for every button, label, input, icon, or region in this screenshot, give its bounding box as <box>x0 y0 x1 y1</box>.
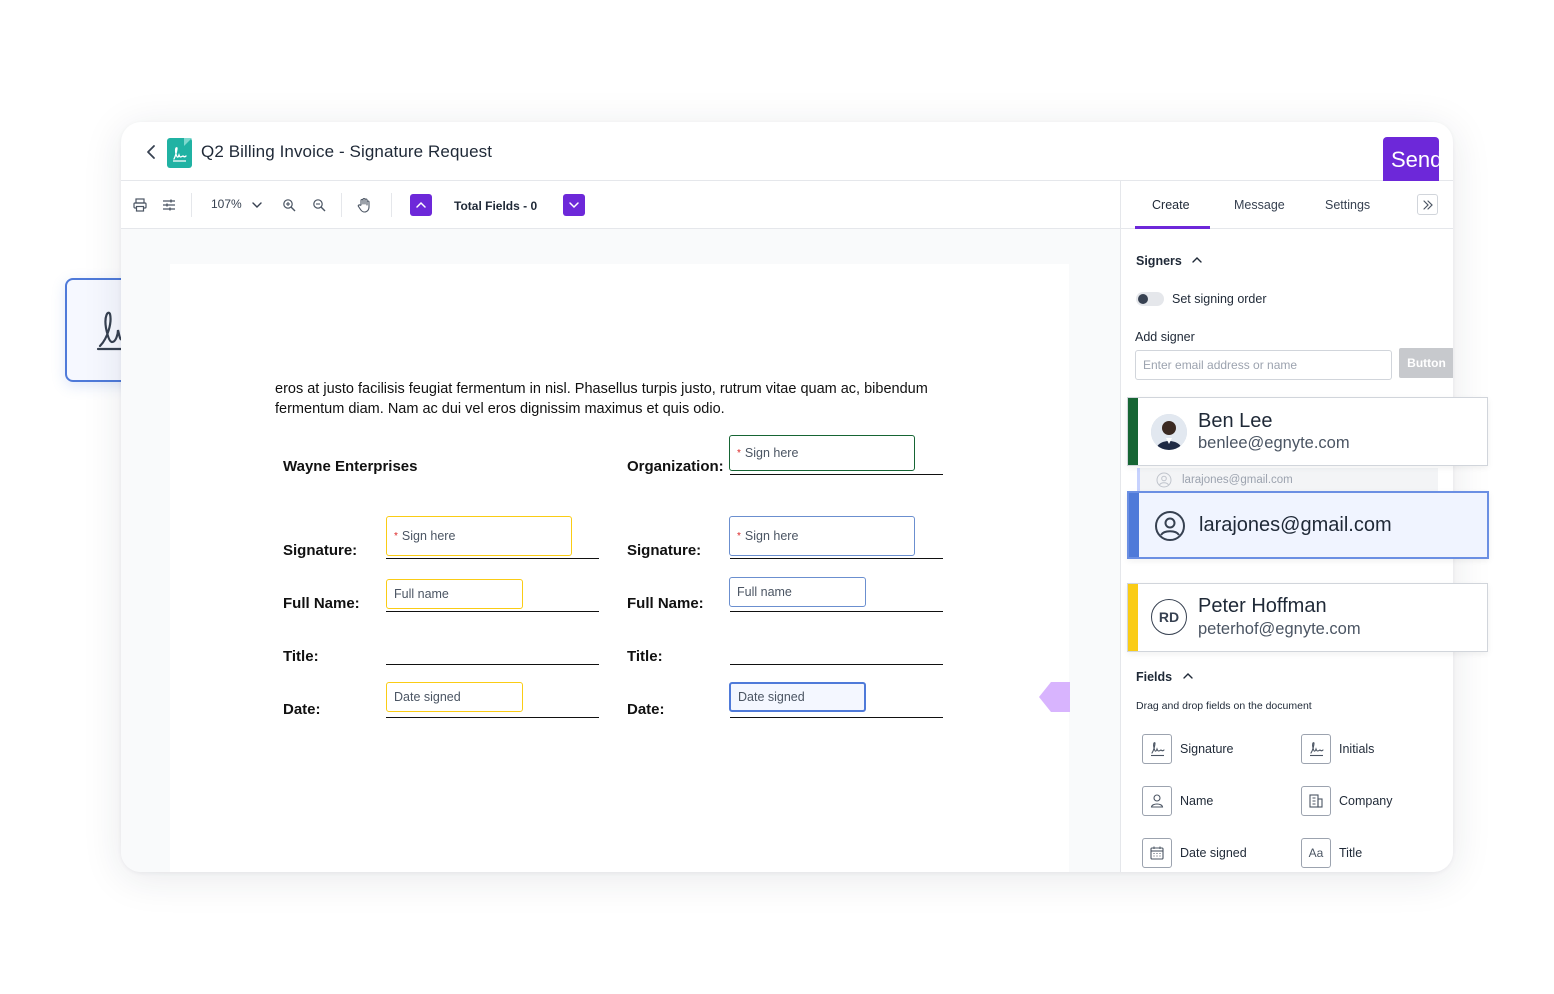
signer-email-input[interactable] <box>1135 350 1392 380</box>
organization-sign-field[interactable]: * Sign here <box>729 435 915 471</box>
user-circle-icon <box>1156 472 1172 488</box>
document-body-text: eros at justo facilisis feugiat fermentu… <box>275 381 928 417</box>
tab-create[interactable]: Create <box>1152 198 1190 212</box>
zoom-out-icon[interactable] <box>309 195 329 215</box>
field-type-name[interactable]: Name <box>1142 786 1213 816</box>
signer-name: larajones@gmail.com <box>1199 514 1392 536</box>
field-type-company[interactable]: Company <box>1301 786 1393 816</box>
full-name-label-left: Full Name: <box>283 595 360 612</box>
ghost-email: larajones@gmail.com <box>1182 474 1293 486</box>
document-page: eros at justo facilisis feugiat fermentu… <box>170 264 1069 872</box>
company-name: Wayne Enterprises <box>283 458 418 475</box>
chevron-left-icon <box>147 145 155 159</box>
document-viewer[interactable]: eros at justo facilisis feugiat fermentu… <box>121 229 1120 872</box>
signer-name: Ben Lee <box>1198 410 1273 432</box>
signing-order-toggle[interactable] <box>1136 292 1164 306</box>
drag-ghost-row: larajones@gmail.com <box>1137 468 1438 492</box>
calendar-icon <box>1150 846 1164 860</box>
document-icon <box>167 138 192 168</box>
signer-card-ben-lee[interactable]: Ben Lee benlee@egnyte.com <box>1127 397 1488 466</box>
zoom-in-icon[interactable] <box>279 195 299 215</box>
user-circle-icon <box>1152 508 1188 544</box>
chevron-up-icon <box>1182 673 1193 679</box>
signers-section-toggle[interactable]: Signers <box>1136 254 1203 268</box>
chevron-up-icon <box>416 201 426 208</box>
zoom-select[interactable]: 107% <box>211 197 263 211</box>
field-pointer-marker <box>1039 682 1070 712</box>
double-chevron-right-icon <box>1422 199 1433 210</box>
zoom-level: 107% <box>211 197 242 211</box>
signature-field-left[interactable]: * Sign here <box>386 516 572 556</box>
previous-field-button[interactable] <box>410 194 432 216</box>
signer-email: peterhof@egnyte.com <box>1198 620 1361 638</box>
person-icon <box>1150 794 1164 808</box>
send-button[interactable]: Send <box>1383 137 1439 181</box>
fields-hint: Drag and drop fields on the document <box>1136 700 1312 712</box>
next-field-button[interactable] <box>563 194 585 216</box>
date-label-right: Date: <box>627 701 665 718</box>
signing-order-label: Set signing order <box>1172 292 1267 306</box>
tab-message[interactable]: Message <box>1234 198 1285 212</box>
document-toolbar: 107% Total Fields - 0 <box>121 181 1120 229</box>
sidebar-tabs: Create Message Settings <box>1121 181 1453 229</box>
building-icon <box>1309 794 1323 808</box>
title-label-right: Title: <box>627 648 663 665</box>
signature-field-right[interactable]: * Sign here <box>729 516 915 556</box>
avatar <box>1151 414 1187 450</box>
field-type-date-signed[interactable]: Date signed <box>1142 838 1247 868</box>
full-name-field-right[interactable]: Full name <box>729 577 866 607</box>
page-title: Q2 Billing Invoice - Signature Request <box>201 142 493 161</box>
print-icon[interactable] <box>130 195 150 215</box>
tab-settings[interactable]: Settings <box>1325 198 1370 212</box>
initials-icon <box>1310 742 1324 757</box>
signer-card-lara-jones[interactable]: larajones@gmail.com <box>1127 491 1489 559</box>
signature-icon <box>1151 742 1165 757</box>
field-type-title[interactable]: Aa Title <box>1301 838 1362 868</box>
title-label-left: Title: <box>283 648 319 665</box>
date-label-left: Date: <box>283 701 321 718</box>
signer-email: benlee@egnyte.com <box>1198 434 1350 452</box>
organization-label: Organization: <box>627 458 724 475</box>
signer-card-peter-hoffman[interactable]: RD Peter Hoffman peterhof@egnyte.com <box>1127 583 1488 652</box>
avatar-initials: RD <box>1151 599 1187 635</box>
full-name-field-left[interactable]: Full name <box>386 579 523 609</box>
signer-name: Peter Hoffman <box>1198 595 1327 617</box>
date-signed-field-left[interactable]: Date signed <box>386 682 523 712</box>
back-button[interactable] <box>143 142 159 162</box>
add-signer-button[interactable]: Button <box>1399 348 1453 378</box>
chevron-down-icon <box>569 202 579 209</box>
hand-pan-icon[interactable] <box>354 195 374 215</box>
field-type-signature[interactable]: Signature <box>1142 734 1234 764</box>
text-aa-icon: Aa <box>1308 846 1324 860</box>
field-type-initials[interactable]: Initials <box>1301 734 1374 764</box>
filter-sliders-icon[interactable] <box>159 195 179 215</box>
chevron-down-icon <box>252 202 262 208</box>
chevron-up-icon <box>1192 257 1203 263</box>
fields-section-toggle[interactable]: Fields <box>1136 670 1194 684</box>
date-signed-field-right[interactable]: Date signed <box>729 682 866 712</box>
header-bar: Q2 Billing Invoice - Signature Request S… <box>121 122 1453 181</box>
total-fields-count: Total Fields - 0 <box>454 199 538 213</box>
full-name-label-right: Full Name: <box>627 595 704 612</box>
signature-label-left: Signature: <box>283 542 358 559</box>
collapse-panel-button[interactable] <box>1417 194 1438 215</box>
add-signer-label: Add signer <box>1135 330 1195 344</box>
signature-label-right: Signature: <box>627 542 702 559</box>
